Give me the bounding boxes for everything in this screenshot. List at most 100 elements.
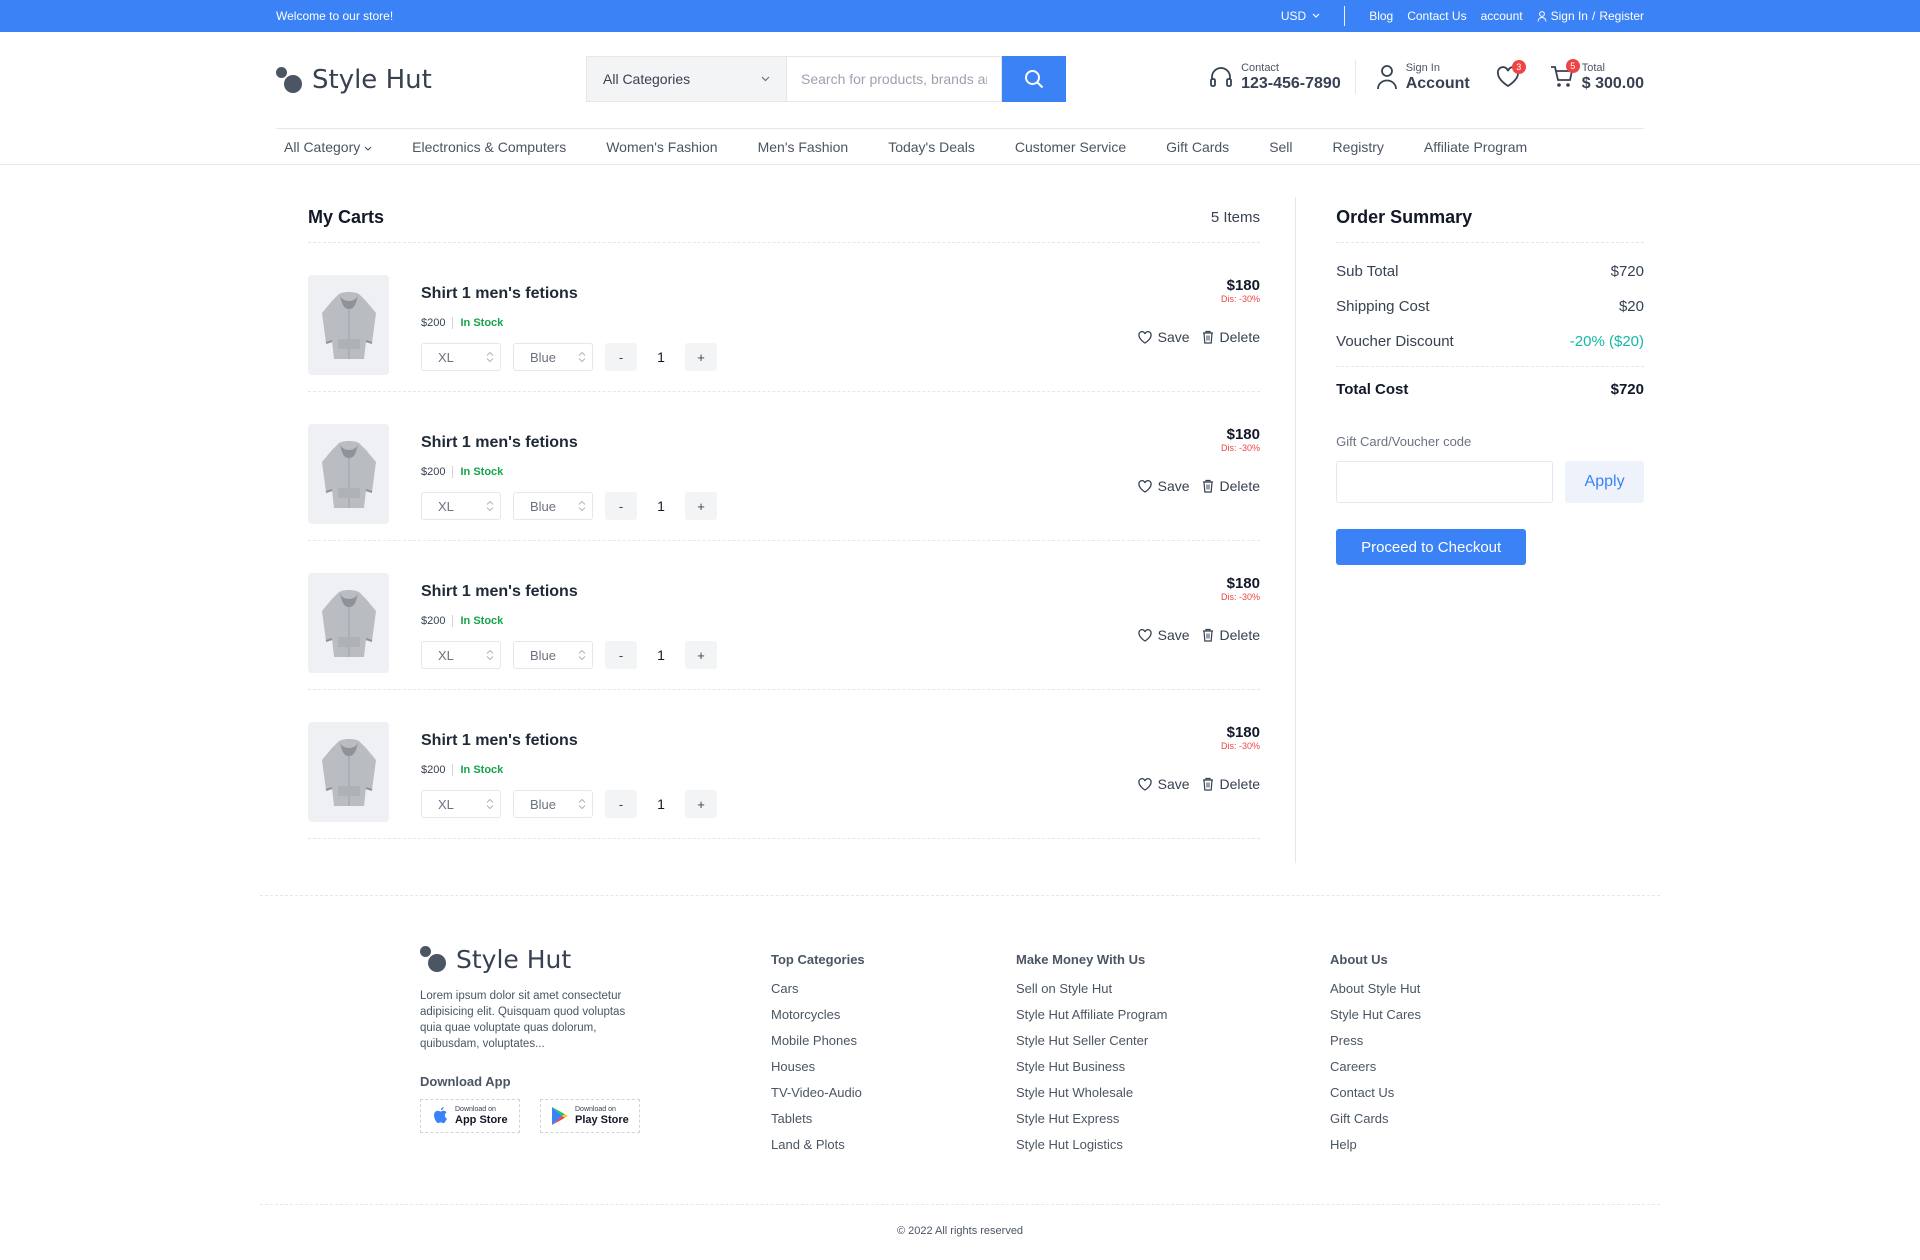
- product-name[interactable]: Shirt 1 men's fetions: [421, 434, 717, 452]
- nav-item-sell[interactable]: Sell: [1269, 139, 1292, 155]
- save-button[interactable]: Save: [1137, 627, 1190, 643]
- product-image[interactable]: [308, 722, 389, 822]
- voucher-code-input[interactable]: [1336, 461, 1554, 503]
- decrease-qty-button[interactable]: -: [605, 790, 637, 818]
- footer-link[interactable]: Careers: [1330, 1059, 1421, 1085]
- footer-logo[interactable]: Style Hut: [420, 944, 650, 974]
- slash-separator: /: [1591, 9, 1596, 23]
- nav-item-womens-fashion[interactable]: Women's Fashion: [606, 139, 717, 155]
- hoodie-image: [321, 441, 376, 508]
- top-bar: Welcome to our store! USD Blog Contact U…: [0, 0, 1920, 32]
- product-name[interactable]: Shirt 1 men's fetions: [421, 732, 717, 750]
- product-image[interactable]: [308, 275, 389, 375]
- footer-link[interactable]: Tablets: [771, 1111, 865, 1137]
- category-select[interactable]: All Categories: [586, 56, 786, 102]
- blog-link[interactable]: Blog: [1369, 9, 1393, 23]
- cart-item-count: 5 Items: [1210, 209, 1260, 226]
- size-value: XL: [438, 796, 454, 812]
- footer-link[interactable]: Motorcycles: [771, 1007, 865, 1033]
- footer-link[interactable]: Contact Us: [1330, 1085, 1421, 1111]
- contact-us-link[interactable]: Contact Us: [1407, 9, 1466, 23]
- quantity-value[interactable]: 1: [649, 796, 673, 812]
- nav-item-todays-deals[interactable]: Today's Deals: [888, 139, 975, 155]
- increase-qty-button[interactable]: +: [685, 343, 717, 371]
- download-app-title: Download App: [420, 1074, 511, 1089]
- footer-link[interactable]: Style Hut Logistics: [1016, 1137, 1168, 1163]
- app-store-small: Download on: [455, 1106, 496, 1113]
- decrease-qty-button[interactable]: -: [605, 343, 637, 371]
- footer-link[interactable]: Style Hut Cares: [1330, 1007, 1421, 1033]
- size-select[interactable]: XL: [421, 641, 501, 669]
- footer-link[interactable]: TV-Video-Audio: [771, 1085, 865, 1111]
- color-select[interactable]: Blue: [513, 492, 593, 520]
- footer-link[interactable]: Mobile Phones: [771, 1033, 865, 1059]
- product-name[interactable]: Shirt 1 men's fetions: [421, 285, 717, 303]
- delete-button[interactable]: Delete: [1202, 329, 1260, 345]
- hoodie-image: [321, 739, 376, 806]
- nav-item-mens-fashion[interactable]: Men's Fashion: [758, 139, 849, 155]
- nav-item-affiliate-program[interactable]: Affiliate Program: [1424, 139, 1527, 155]
- logo[interactable]: Style Hut: [276, 65, 432, 95]
- apply-button[interactable]: Apply: [1565, 461, 1644, 503]
- currency-select[interactable]: USD: [1281, 9, 1320, 23]
- decrease-qty-button[interactable]: -: [605, 492, 637, 520]
- size-select[interactable]: XL: [421, 790, 501, 818]
- increase-qty-button[interactable]: +: [685, 641, 717, 669]
- footer-link[interactable]: Gift Cards: [1330, 1111, 1421, 1137]
- search-button[interactable]: [1002, 56, 1066, 102]
- product-image[interactable]: [308, 573, 389, 673]
- product-name[interactable]: Shirt 1 men's fetions: [421, 583, 717, 601]
- save-button[interactable]: Save: [1137, 478, 1190, 494]
- play-store-button[interactable]: Download on Play Store: [540, 1099, 640, 1133]
- search-input[interactable]: [786, 56, 1002, 102]
- footer-link[interactable]: Style Hut Wholesale: [1016, 1085, 1168, 1111]
- delete-button[interactable]: Delete: [1202, 627, 1260, 643]
- color-select[interactable]: Blue: [513, 343, 593, 371]
- footer-link[interactable]: Houses: [771, 1059, 865, 1085]
- nav-item-gift-cards[interactable]: Gift Cards: [1166, 139, 1229, 155]
- size-select[interactable]: XL: [421, 492, 501, 520]
- play-store-label: Play Store: [575, 1114, 629, 1126]
- checkout-button[interactable]: Proceed to Checkout: [1336, 529, 1527, 565]
- footer-link[interactable]: About Style Hut: [1330, 981, 1421, 1007]
- register-link[interactable]: Register: [1599, 9, 1644, 23]
- product-info: Shirt 1 men's fetions $200 In Stock XL B…: [421, 275, 717, 391]
- column-divider: [1295, 197, 1297, 863]
- nav-item-customer-service[interactable]: Customer Service: [1015, 139, 1126, 155]
- decrease-qty-button[interactable]: -: [605, 641, 637, 669]
- footer-link[interactable]: Style Hut Express: [1016, 1111, 1168, 1137]
- signin-link[interactable]: Sign In: [1551, 9, 1588, 23]
- footer-link[interactable]: Style Hut Seller Center: [1016, 1033, 1168, 1059]
- size-select[interactable]: XL: [421, 343, 501, 371]
- save-button[interactable]: Save: [1137, 776, 1190, 792]
- app-store-button[interactable]: Download on App Store: [420, 1099, 520, 1133]
- delete-button[interactable]: Delete: [1202, 478, 1260, 494]
- contact-block[interactable]: Contact 123-456-7890: [1209, 62, 1341, 93]
- color-value: Blue: [530, 498, 557, 514]
- nav-item-all-category[interactable]: All Category: [284, 139, 372, 155]
- footer-link[interactable]: Press: [1330, 1033, 1421, 1059]
- footer-link[interactable]: Style Hut Business: [1016, 1059, 1168, 1085]
- delete-button[interactable]: Delete: [1202, 776, 1260, 792]
- cart-block[interactable]: 5 Total $ 300.00: [1550, 59, 1644, 93]
- quantity-value[interactable]: 1: [649, 647, 673, 663]
- color-select[interactable]: Blue: [513, 790, 593, 818]
- save-button[interactable]: Save: [1137, 329, 1190, 345]
- footer-link[interactable]: Style Hut Affiliate Program: [1016, 1007, 1168, 1033]
- nav-item-registry[interactable]: Registry: [1333, 139, 1384, 155]
- product-image[interactable]: [308, 424, 389, 524]
- footer-link[interactable]: Sell on Style Hut: [1016, 981, 1168, 1007]
- quantity-value[interactable]: 1: [649, 349, 673, 365]
- increase-qty-button[interactable]: +: [685, 492, 717, 520]
- quantity-value[interactable]: 1: [649, 498, 673, 514]
- account-link[interactable]: account: [1481, 9, 1523, 23]
- color-select[interactable]: Blue: [513, 641, 593, 669]
- footer-link[interactable]: Help: [1330, 1137, 1421, 1163]
- footer-link[interactable]: Cars: [771, 981, 865, 1007]
- stock-status: In Stock: [460, 764, 504, 776]
- increase-qty-button[interactable]: +: [685, 790, 717, 818]
- nav-item-electronics[interactable]: Electronics & Computers: [412, 139, 566, 155]
- wishlist-button[interactable]: 3: [1496, 60, 1526, 88]
- footer-link[interactable]: Land & Plots: [771, 1137, 865, 1163]
- account-block[interactable]: Sign In Account: [1376, 62, 1470, 93]
